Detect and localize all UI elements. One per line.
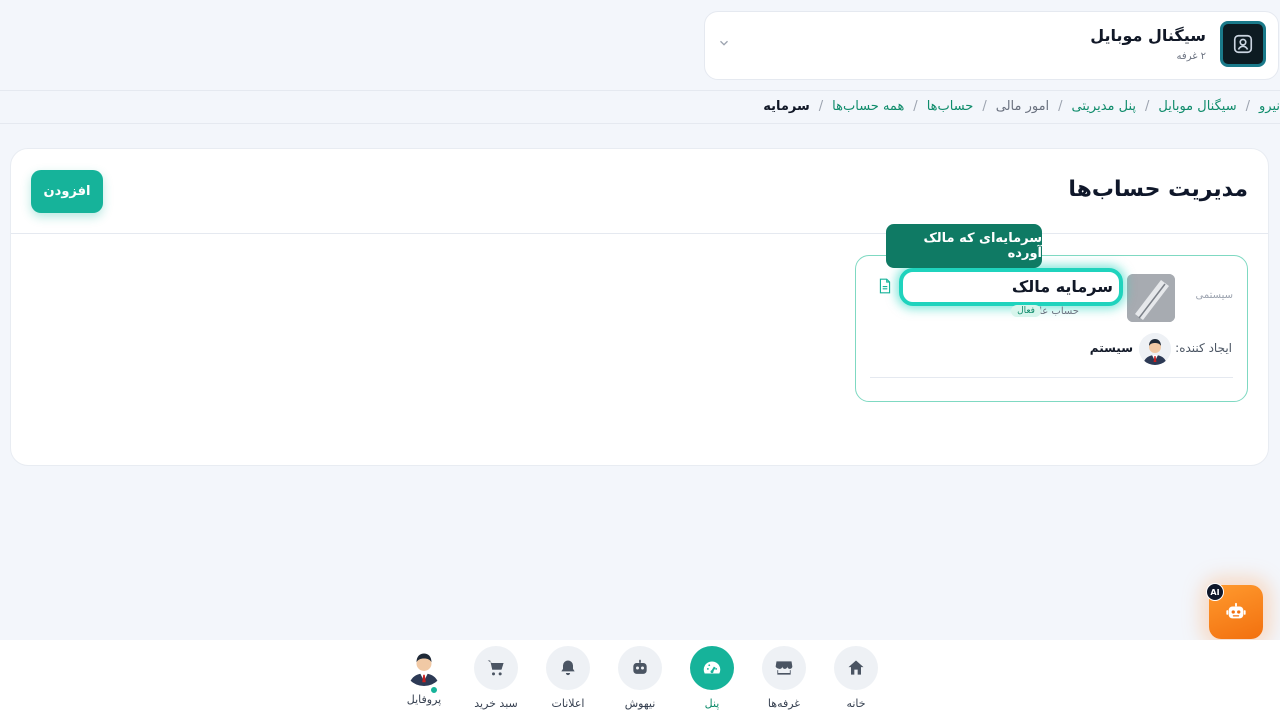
breadcrumb-separator: / xyxy=(1245,99,1250,114)
nav-label-profile: پروفایل xyxy=(406,693,442,706)
breadcrumb-item-admin-panel[interactable]: پنل مدیریتی xyxy=(1072,99,1136,114)
nav-item-assistant[interactable]: نیهوش xyxy=(608,646,672,716)
breadcrumb-separator: / xyxy=(1058,99,1063,114)
nav-item-panel[interactable]: پنل xyxy=(680,646,744,716)
breadcrumb-separator: / xyxy=(1145,99,1150,114)
breadcrumb: نیرو / سیگنال موبایل / پنل مدیریتی / امو… xyxy=(763,99,1280,114)
breadcrumb-item-current: سرمایه xyxy=(763,99,810,114)
cart-icon xyxy=(474,646,518,690)
add-button[interactable]: افزودن xyxy=(31,170,103,213)
nav-item-notifications[interactable]: اعلانات xyxy=(536,646,600,716)
dashboard-gauge-icon xyxy=(690,646,734,690)
accounts-card: مدیریت حساب‌ها افزودن سیستمی سرمایه مالک… xyxy=(10,148,1269,466)
breadcrumb-item-shop[interactable]: سیگنال موبایل xyxy=(1158,99,1236,114)
document-icon[interactable] xyxy=(878,278,892,294)
nav-label-panel: پنل xyxy=(704,697,720,710)
nav-label-home: خانه xyxy=(846,697,866,710)
page-title: مدیریت حساب‌ها xyxy=(1068,177,1248,202)
shop-logo xyxy=(1220,21,1266,67)
creator-name: سیستم xyxy=(1089,341,1133,355)
creator-label: ایجاد کننده: xyxy=(1175,341,1232,355)
bottom-nav: خانه غرفه‌ها پنل xyxy=(0,640,1280,720)
robot-icon xyxy=(1226,602,1246,619)
ai-badge: AI xyxy=(1206,583,1224,601)
nav-item-booths[interactable]: غرفه‌ها xyxy=(752,646,816,716)
system-label: سیستمی xyxy=(1195,290,1233,301)
account-name: سرمایه مالک xyxy=(1011,277,1113,296)
breadcrumb-bar: نیرو / سیگنال موبایل / پنل مدیریتی / امو… xyxy=(0,90,1280,124)
bell-icon xyxy=(546,646,590,690)
store-icon xyxy=(762,646,806,690)
breadcrumb-item-all-accounts[interactable]: همه حساب‌ها xyxy=(832,99,904,114)
divider xyxy=(870,377,1233,378)
shop-booth-count: ۲ غرفه xyxy=(1176,51,1206,62)
nav-label-cart: سبد خرید xyxy=(474,697,518,710)
breadcrumb-separator: / xyxy=(818,99,824,114)
shop-selector[interactable]: سیگنال موبایل ۲ غرفه xyxy=(704,11,1279,80)
card-header: مدیریت حساب‌ها افزودن xyxy=(11,149,1268,234)
account-name-highlight[interactable]: سرمایه مالک xyxy=(899,268,1123,306)
status-badge: فعال xyxy=(1011,305,1041,317)
ai-assistant-button[interactable]: AI xyxy=(1206,583,1263,639)
breadcrumb-item-accounts[interactable]: حساب‌ها xyxy=(927,99,974,114)
home-icon xyxy=(834,646,878,690)
account-tooltip: سرمایه‌ای که مالک آورده xyxy=(886,224,1042,268)
breadcrumb-separator: / xyxy=(913,99,918,114)
creator-avatar xyxy=(1139,333,1171,365)
breadcrumb-item-home[interactable]: نیرو xyxy=(1259,99,1280,114)
nav-label-notifications: اعلانات xyxy=(551,697,585,710)
nav-item-home[interactable]: خانه xyxy=(824,646,888,716)
nav-item-profile[interactable]: پروفایل xyxy=(392,646,456,716)
account-thumbnail xyxy=(1127,274,1175,322)
robot-icon xyxy=(618,646,662,690)
account-item[interactable]: سیستمی سرمایه مالک حساب عادی فعال ایجاد … xyxy=(855,255,1248,402)
shop-name: سیگنال موبایل xyxy=(1090,26,1206,45)
breadcrumb-separator: / xyxy=(982,99,987,114)
chevron-down-icon[interactable] xyxy=(717,36,731,50)
online-status-dot xyxy=(430,686,438,694)
nav-label-booths: غرفه‌ها xyxy=(767,697,801,710)
breadcrumb-item-finance: امور مالی xyxy=(995,99,1050,114)
avatar xyxy=(404,646,444,686)
nav-label-assistant: نیهوش xyxy=(624,697,656,710)
nav-item-cart[interactable]: سبد خرید xyxy=(464,646,528,716)
